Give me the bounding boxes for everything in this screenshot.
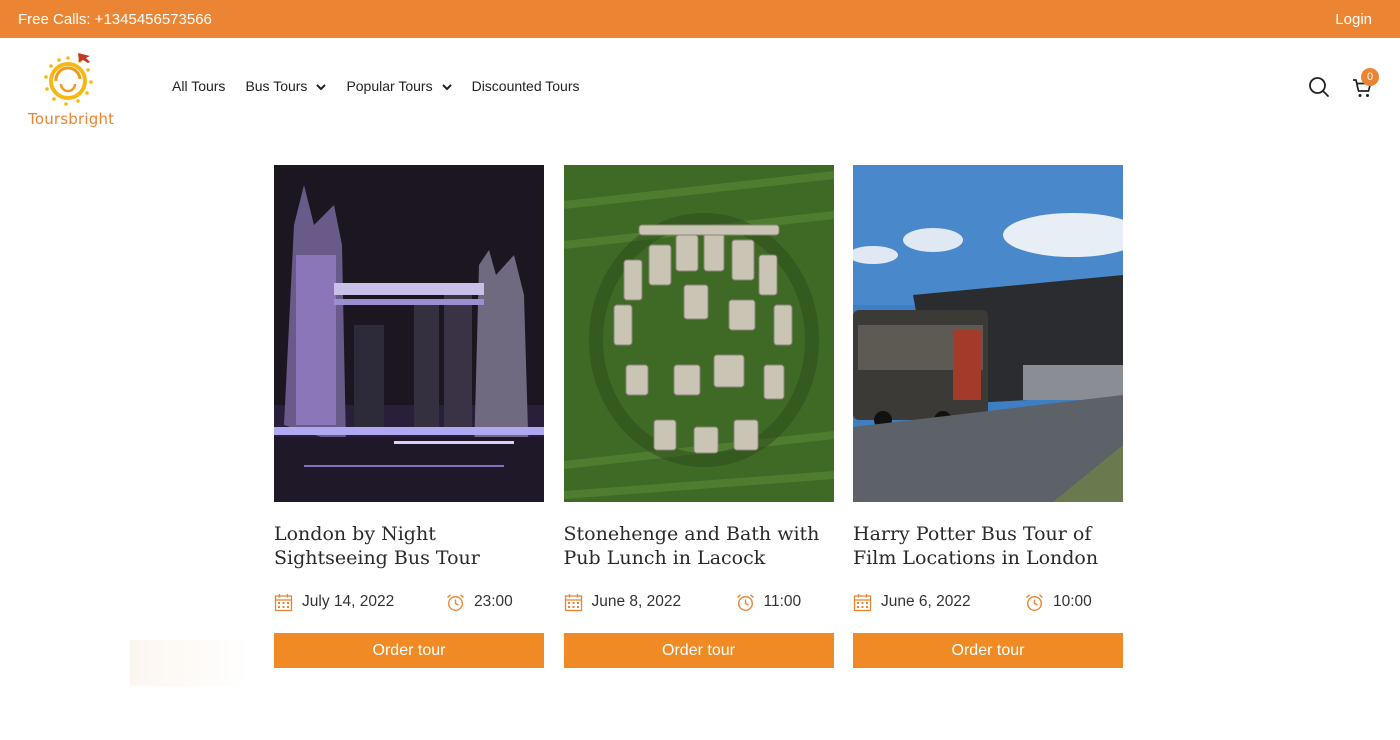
tour-time: 10:00 <box>1025 593 1092 612</box>
alarm-clock-icon <box>1026 593 1043 611</box>
tour-date-text: June 6, 2022 <box>881 593 971 610</box>
alarm-clock-icon <box>447 593 464 611</box>
tour-date-text: June 8, 2022 <box>591 593 682 610</box>
nav-popular-tours[interactable]: Popular Tours <box>346 78 452 94</box>
sun-logo-icon <box>44 53 93 106</box>
tour-date: June 6, 2022 <box>853 593 1025 612</box>
nav-all-tours[interactable]: All Tours <box>172 78 225 94</box>
nav-label: All Tours <box>172 78 226 94</box>
tour-date-text: July 14, 2022 <box>302 593 395 610</box>
order-tour-button[interactable]: Order tour <box>274 633 544 668</box>
calendar-icon <box>564 593 582 611</box>
nav-bus-tours[interactable]: Bus Tours <box>245 78 327 94</box>
alarm-clock-icon <box>736 593 754 611</box>
logo[interactable]: Toursbright <box>26 50 116 130</box>
tour-meta: June 8, 2022 11:00 <box>564 590 834 614</box>
nav-label: Discounted Tours <box>471 78 580 94</box>
tour-time: 23:00 <box>446 593 513 612</box>
main-nav: All Tours Bus Tours Popular Tours Discou… <box>172 78 600 94</box>
tour-date: June 8, 2022 <box>564 593 736 612</box>
decorative-fade <box>130 640 250 686</box>
tour-image-harry-potter-studio[interactable] <box>853 165 1123 502</box>
tour-card: London by Night Sightseeing Bus Tour Jul… <box>274 165 544 668</box>
search-icon[interactable] <box>1307 75 1331 99</box>
chevron-down-icon <box>441 78 452 94</box>
tour-cards: London by Night Sightseeing Bus Tour Jul… <box>274 165 1123 668</box>
tour-card: Stonehenge and Bath with Pub Lunch in La… <box>563 165 834 668</box>
tour-title[interactable]: London by Night Sightseeing Bus Tour <box>274 522 544 574</box>
order-tour-button[interactable]: Order tour <box>853 633 1123 668</box>
tour-image-tower-bridge[interactable] <box>274 165 544 502</box>
tour-time: 11:00 <box>736 593 802 612</box>
tour-image-stonehenge[interactable] <box>563 165 834 502</box>
header: Toursbright All Tours Bus Tours Popular … <box>0 38 1400 138</box>
nav-discounted-tours[interactable]: Discounted Tours <box>472 78 580 94</box>
tour-time-text: 23:00 <box>474 593 513 610</box>
calendar-icon <box>853 593 872 611</box>
tour-title[interactable]: Stonehenge and Bath with Pub Lunch in La… <box>564 522 834 574</box>
tour-time-text: 10:00 <box>1053 593 1092 610</box>
tour-card: Harry Potter Bus Tour of Film Locations … <box>853 165 1123 668</box>
nav-label: Bus Tours <box>245 78 308 94</box>
login-link[interactable]: Login <box>1335 11 1372 28</box>
calendar-icon <box>274 593 293 611</box>
logo-text: Toursbright <box>28 110 115 128</box>
tour-time-text: 11:00 <box>763 593 802 610</box>
chevron-down-icon <box>316 78 327 94</box>
tour-meta: July 14, 2022 23:00 <box>274 590 544 614</box>
nav-label: Popular Tours <box>346 78 433 94</box>
cart-count-badge: 0 <box>1361 68 1379 86</box>
tour-date: July 14, 2022 <box>274 593 446 612</box>
free-calls-phone[interactable]: Free Calls: +1345456573566 <box>18 11 212 28</box>
order-tour-button[interactable]: Order tour <box>563 633 834 668</box>
tour-title[interactable]: Harry Potter Bus Tour of Film Locations … <box>853 522 1123 574</box>
tour-meta: June 6, 2022 10:00 <box>853 590 1123 614</box>
top-bar: Free Calls: +1345456573566 Login <box>0 0 1400 38</box>
